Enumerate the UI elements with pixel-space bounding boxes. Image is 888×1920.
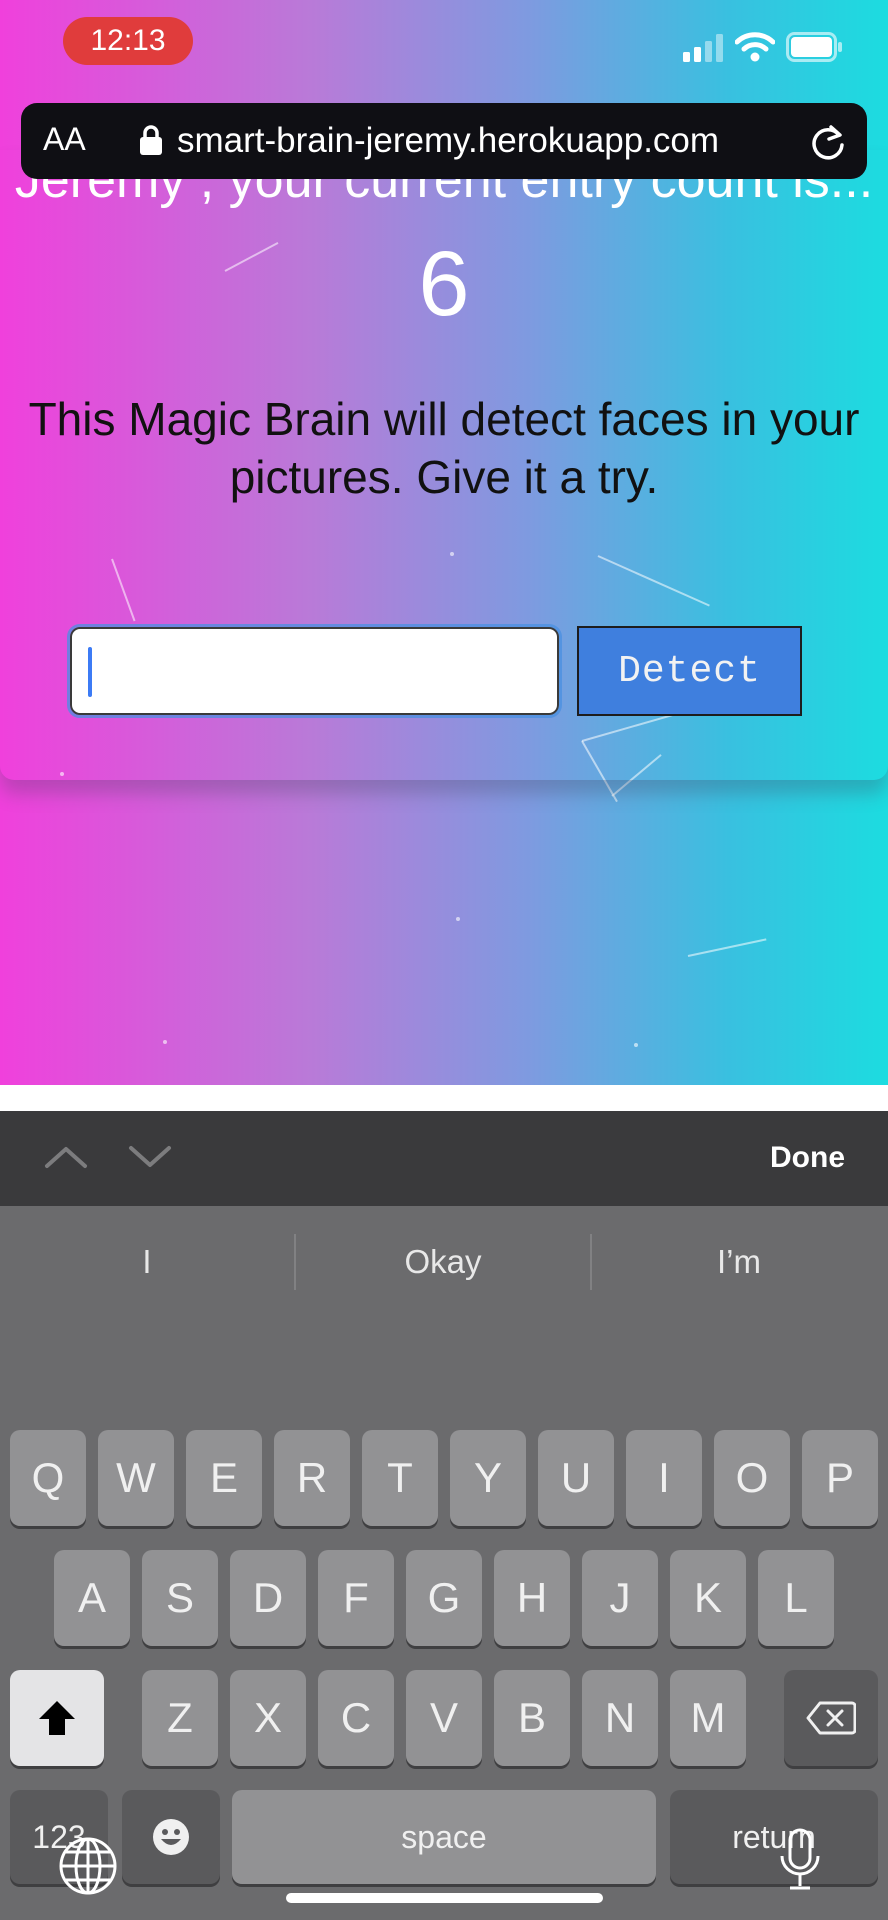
key-c[interactable]: C (318, 1670, 394, 1766)
emoji-key[interactable] (122, 1790, 220, 1884)
suggestion-item[interactable]: Okay (296, 1206, 590, 1318)
shift-icon (39, 1701, 75, 1735)
status-bar: 12:13 (0, 0, 888, 95)
text-caret (88, 647, 92, 697)
chevron-up-icon[interactable] (44, 1145, 88, 1169)
shift-key[interactable] (10, 1670, 104, 1766)
key-r[interactable]: R (274, 1430, 350, 1526)
key-u[interactable]: U (538, 1430, 614, 1526)
home-indicator (286, 1893, 603, 1903)
keyboard: Done I Okay I’m Q W E R T Y U I O P A S … (0, 1111, 888, 1920)
key-e[interactable]: E (186, 1430, 262, 1526)
delete-key[interactable] (784, 1670, 878, 1766)
key-v[interactable]: V (406, 1670, 482, 1766)
key-o[interactable]: O (714, 1430, 790, 1526)
key-g[interactable]: G (406, 1550, 482, 1646)
text-size-label: AA (43, 121, 86, 157)
text-size-button[interactable]: AA (43, 121, 86, 158)
suggestion-bar: I Okay I’m (0, 1206, 888, 1318)
lock-icon (140, 125, 162, 155)
address-bar[interactable]: AA smart-brain-jeremy.herokuapp.com (21, 103, 867, 179)
key-area: Q W E R T Y U I O P A S D F G H J K L Z … (0, 1318, 888, 1920)
cellular-signal-icon (683, 34, 723, 62)
key-i[interactable]: I (626, 1430, 702, 1526)
space-key-label: space (401, 1818, 487, 1855)
key-q[interactable]: Q (10, 1430, 86, 1526)
intro-text: This Magic Brain will detect faces in yo… (28, 393, 860, 503)
microphone-icon[interactable] (779, 1828, 821, 1892)
space-key[interactable]: space (232, 1790, 656, 1884)
emoji-icon (153, 1819, 189, 1855)
image-url-input[interactable] (67, 624, 562, 718)
done-button[interactable]: Done (770, 1141, 845, 1175)
particle-dot (634, 1043, 638, 1047)
key-j[interactable]: J (582, 1550, 658, 1646)
detect-button[interactable]: Detect (577, 626, 802, 716)
delete-icon (806, 1701, 856, 1735)
key-t[interactable]: T (362, 1430, 438, 1526)
key-y[interactable]: Y (450, 1430, 526, 1526)
key-f[interactable]: F (318, 1550, 394, 1646)
key-m[interactable]: M (670, 1670, 746, 1766)
key-w[interactable]: W (98, 1430, 174, 1526)
key-l[interactable]: L (758, 1550, 834, 1646)
key-s[interactable]: S (142, 1550, 218, 1646)
key-a[interactable]: A (54, 1550, 130, 1646)
key-n[interactable]: N (582, 1670, 658, 1766)
particle-dot (163, 1040, 167, 1044)
reload-icon[interactable] (809, 123, 847, 161)
particle-dot (456, 917, 460, 921)
keyboard-accessory-bar: Done (0, 1111, 888, 1206)
key-d[interactable]: D (230, 1550, 306, 1646)
key-k[interactable]: K (670, 1550, 746, 1646)
key-h[interactable]: H (494, 1550, 570, 1646)
chevron-down-icon[interactable] (128, 1145, 172, 1169)
wifi-icon (735, 32, 775, 62)
time-indicator[interactable]: 12:13 (63, 17, 193, 65)
return-key[interactable]: return (670, 1790, 878, 1884)
globe-icon[interactable] (58, 1836, 118, 1896)
key-p[interactable]: P (802, 1430, 878, 1526)
battery-icon (786, 32, 842, 62)
key-b[interactable]: B (494, 1670, 570, 1766)
entry-count: 6 (418, 233, 470, 335)
suggestion-item[interactable]: I’m (592, 1206, 886, 1318)
suggestion-item[interactable]: I (0, 1206, 294, 1318)
url-text[interactable]: smart-brain-jeremy.herokuapp.com (177, 121, 719, 161)
key-x[interactable]: X (230, 1670, 306, 1766)
key-z[interactable]: Z (142, 1670, 218, 1766)
particle-line (687, 938, 767, 957)
